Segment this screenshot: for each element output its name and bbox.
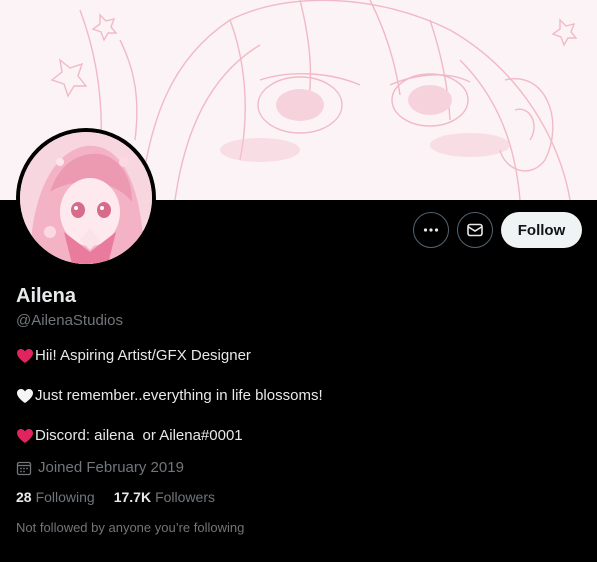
user-handle: @AilenaStudios bbox=[16, 312, 123, 329]
following-count: 28 bbox=[16, 489, 32, 505]
profile-avatar[interactable] bbox=[16, 128, 156, 268]
heart-icon bbox=[17, 428, 33, 443]
bio-text: Hii! Aspiring Artist/GFX Designer bbox=[35, 347, 251, 364]
joined-date: Joined February 2019 bbox=[16, 459, 184, 476]
bio-text: Discord: ailena or Ailena#0001 bbox=[35, 427, 243, 444]
envelope-icon bbox=[467, 223, 483, 237]
message-button[interactable] bbox=[457, 212, 493, 248]
followers-label: Followers bbox=[155, 489, 215, 505]
joined-text: Joined February 2019 bbox=[38, 459, 184, 476]
display-name: Ailena bbox=[16, 285, 77, 307]
bio-text: Just remember..everything in life blosso… bbox=[35, 387, 323, 404]
mutual-followers-note: Not followed by anyone you’re following bbox=[16, 520, 245, 535]
followers-count: 17.7K bbox=[113, 489, 152, 505]
heart-icon bbox=[17, 348, 33, 363]
more-horizontal-icon bbox=[423, 228, 439, 232]
bio-line: Just remember..everything in life blosso… bbox=[16, 387, 323, 404]
followers-link[interactable]: 17.7K Followers bbox=[114, 489, 215, 505]
profile-page: Follow Ailena @AilenaStudios Hii! Aspiri… bbox=[0, 0, 597, 562]
follow-stats: 28 Following 17.7K Followers bbox=[16, 489, 234, 505]
following-label: Following bbox=[35, 489, 95, 505]
following-link[interactable]: 28 Following bbox=[16, 489, 95, 505]
more-options-button[interactable] bbox=[413, 212, 449, 248]
heart-icon bbox=[17, 388, 33, 403]
follow-button[interactable]: Follow bbox=[501, 212, 582, 248]
bio-line: Discord: ailena or Ailena#0001 bbox=[16, 427, 243, 444]
calendar-icon bbox=[16, 461, 32, 475]
bio-line: Hii! Aspiring Artist/GFX Designer bbox=[16, 347, 251, 364]
avatar-image bbox=[20, 132, 152, 264]
